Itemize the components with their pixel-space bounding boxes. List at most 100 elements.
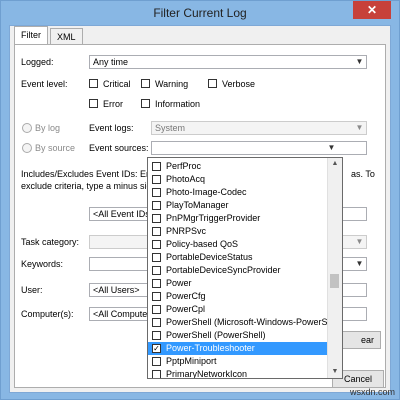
chevron-down-icon: ▼ — [355, 123, 364, 132]
item-label: PowerShell (Microsoft-Windows-PowerShe — [166, 317, 338, 327]
dropdown-item[interactable]: PnPMgrTriggerProvider — [148, 212, 328, 225]
information-checkbox[interactable] — [141, 99, 150, 108]
item-label: Policy-based QoS — [166, 239, 239, 249]
item-label: Photo-Image-Codec — [166, 187, 247, 197]
logged-label: Logged: — [21, 57, 54, 67]
item-checkbox[interactable] — [152, 175, 161, 184]
dropdown-item[interactable]: PptpMiniport — [148, 355, 328, 368]
dropdown-item[interactable]: Power — [148, 277, 328, 290]
error-label: Error — [103, 99, 123, 109]
item-checkbox[interactable] — [152, 214, 161, 223]
task-category-label: Task category: — [21, 237, 80, 247]
computer-value: <All Computers — [93, 309, 155, 319]
event-logs-value: System — [155, 123, 186, 133]
item-label: PowerCfg — [166, 291, 206, 301]
dropdown-item[interactable]: PowerCfg — [148, 290, 328, 303]
item-checkbox[interactable] — [152, 253, 161, 262]
item-checkbox[interactable] — [152, 227, 161, 236]
dropdown-item[interactable]: ✓ Power-Troubleshooter — [148, 342, 328, 355]
event-ids-description-2: exclude criteria, type a minus sign — [21, 181, 157, 191]
chevron-down-icon[interactable]: ▼ — [353, 56, 366, 68]
chevron-down-icon[interactable]: ▼ — [353, 258, 366, 270]
verbose-checkbox[interactable] — [208, 79, 217, 88]
item-label: PptpMiniport — [166, 356, 217, 366]
item-checkbox[interactable] — [152, 305, 161, 314]
item-checkbox[interactable] — [152, 188, 161, 197]
tab-xml[interactable]: XML — [50, 28, 83, 44]
item-checkbox[interactable]: ✓ — [152, 344, 161, 353]
dropdown-item[interactable]: PlayToManager — [148, 199, 328, 212]
logged-select[interactable]: Any time — [89, 55, 367, 69]
item-label: PortableDeviceSyncProvider — [166, 265, 281, 275]
information-label: Information — [155, 99, 201, 109]
item-label: PerfProc — [166, 161, 202, 171]
item-checkbox[interactable] — [152, 162, 161, 171]
close-button[interactable]: ✕ — [353, 1, 391, 19]
warning-label: Warning — [155, 79, 189, 89]
item-label: PhotoAcq — [166, 174, 206, 184]
event-level-label: Event level: — [21, 79, 68, 89]
chevron-down-icon: ▼ — [355, 237, 364, 246]
item-checkbox[interactable] — [152, 266, 161, 275]
dropdown-item[interactable]: PortableDeviceSyncProvider — [148, 264, 328, 277]
item-label: PrimaryNetworkIcon — [166, 369, 248, 379]
computer-label: Computer(s): — [21, 309, 74, 319]
item-label: PowerCpl — [166, 304, 206, 314]
dropdown-item[interactable]: PerfProc — [148, 160, 328, 173]
dropdown-item[interactable]: PowerShell (PowerShell) — [148, 329, 328, 342]
clear-button[interactable]: ear — [337, 331, 381, 349]
item-checkbox[interactable] — [152, 331, 161, 340]
item-checkbox[interactable] — [152, 292, 161, 301]
by-source-radio[interactable] — [22, 143, 32, 153]
item-label: Power-Troubleshooter — [166, 343, 255, 353]
item-checkbox[interactable] — [152, 357, 161, 366]
chevron-down-icon[interactable]: ▼ — [325, 142, 338, 154]
error-checkbox[interactable] — [89, 99, 98, 108]
by-log-radio[interactable] — [22, 123, 32, 133]
event-ids-placeholder: <All Event IDs> — [93, 209, 156, 219]
by-source-label: By source — [35, 143, 76, 153]
user-value: <All Users> — [93, 285, 140, 295]
event-ids-description-tail: as. To — [351, 169, 375, 179]
dropdown-item[interactable]: PNRPSvc — [148, 225, 328, 238]
critical-label: Critical — [103, 79, 131, 89]
item-label: Power — [166, 278, 192, 288]
event-logs-field: System — [151, 121, 367, 135]
item-checkbox[interactable] — [152, 318, 161, 327]
item-checkbox[interactable] — [152, 201, 161, 210]
event-sources-label: Event sources: — [89, 143, 149, 153]
dropdown-item[interactable]: Photo-Image-Codec — [148, 186, 328, 199]
item-label: PowerShell (PowerShell) — [166, 330, 266, 340]
dropdown-scrollbar[interactable]: ▲ ▼ — [327, 158, 342, 378]
dropdown-item[interactable]: PrimaryNetworkIcon — [148, 368, 328, 379]
by-log-label: By log — [35, 123, 61, 133]
critical-checkbox[interactable] — [89, 79, 98, 88]
user-label: User: — [21, 285, 43, 295]
item-label: PlayToManager — [166, 200, 229, 210]
item-label: PnPMgrTriggerProvider — [166, 213, 261, 223]
dropdown-item[interactable]: PowerShell (Microsoft-Windows-PowerShe — [148, 316, 338, 329]
scrollbar-thumb[interactable] — [330, 274, 339, 288]
dropdown-item[interactable]: PowerCpl — [148, 303, 328, 316]
dropdown-item[interactable]: Policy-based QoS — [148, 238, 328, 251]
item-label: PNRPSvc — [166, 226, 207, 236]
event-ids-description: Includes/Excludes Event IDs: Enter — [21, 169, 162, 179]
scroll-up-icon[interactable]: ▲ — [328, 158, 342, 170]
dropdown-item[interactable]: PhotoAcq — [148, 173, 328, 186]
dropdown-item[interactable]: PortableDeviceStatus — [148, 251, 328, 264]
window-title: Filter Current Log — [153, 6, 247, 20]
event-sources-dropdown: PerfProc PhotoAcq Photo-Image-Codec PlayToM… — [147, 157, 343, 379]
item-label: PortableDeviceStatus — [166, 252, 253, 262]
tab-filter[interactable]: Filter — [14, 26, 48, 45]
verbose-label: Verbose — [222, 79, 256, 89]
logged-value: Any time — [93, 57, 129, 67]
scroll-down-icon[interactable]: ▼ — [328, 366, 342, 378]
warning-checkbox[interactable] — [141, 79, 150, 88]
item-checkbox[interactable] — [152, 240, 161, 249]
item-checkbox[interactable] — [152, 279, 161, 288]
event-logs-label: Event logs: — [89, 123, 134, 133]
keywords-label: Keywords: — [21, 259, 64, 269]
item-checkbox[interactable] — [152, 370, 161, 378]
dialog-window: Filter Current Log ✕ Filter XML Logged: … — [0, 0, 400, 400]
watermark: wsxdn.com — [349, 387, 395, 397]
